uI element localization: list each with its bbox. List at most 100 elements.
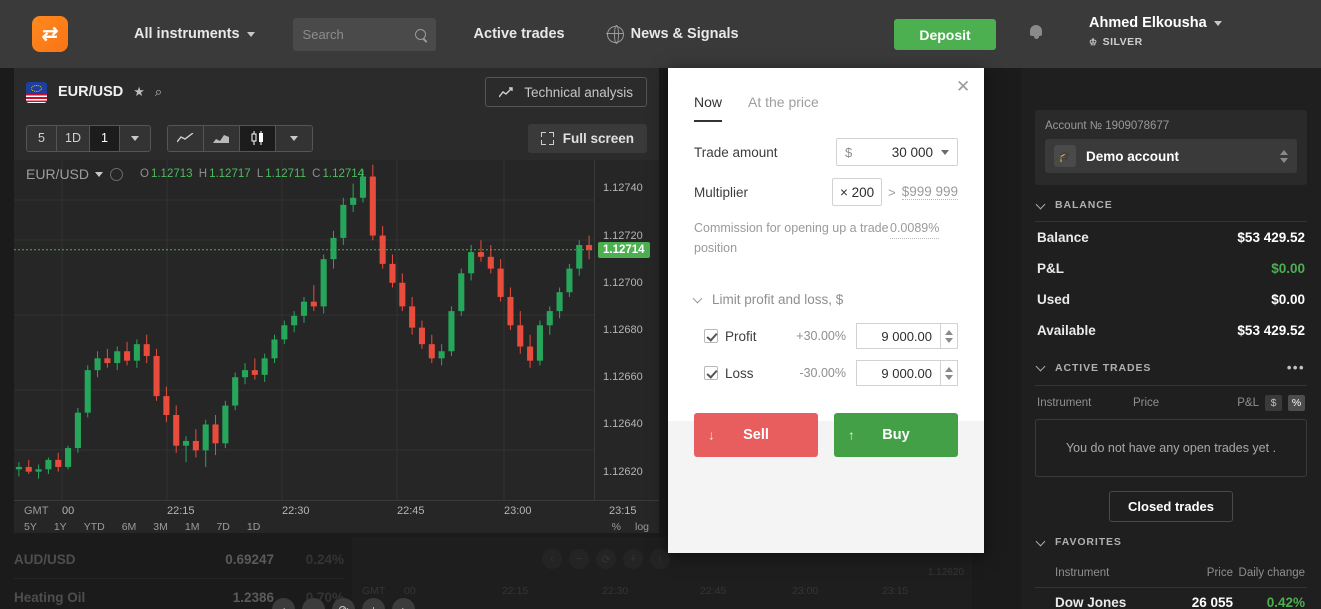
search-box[interactable] — [292, 17, 436, 51]
trade-amount-label: Trade amount — [694, 144, 778, 160]
background-xtick-1: 22:15 — [502, 585, 529, 597]
balance-key: Balance — [1037, 230, 1089, 245]
user-menu[interactable]: Ahmed Elkousha ♔ SILVER — [1089, 15, 1222, 48]
range-1d[interactable]: 1D — [247, 521, 260, 533]
deposit-button[interactable]: Deposit — [894, 19, 996, 50]
trade-amount-input[interactable]: $ 30 000 — [836, 138, 958, 166]
range-3m[interactable]: 3M — [153, 521, 168, 533]
favorite-row[interactable]: Dow Jones 26 055 0.42% — [1035, 588, 1307, 609]
tab-now[interactable]: Now — [694, 94, 723, 122]
chart-header: EUR/USD ★ ⌕ Technical analysis — [14, 68, 659, 116]
pl-percent-toggle[interactable]: % — [1288, 395, 1305, 411]
profit-amount-input[interactable]: 9 000.00 — [856, 323, 941, 349]
limit-section-header[interactable]: Limit profit and loss, $ — [694, 282, 958, 323]
multiplier-gt-symbol: > — [888, 184, 896, 200]
scale-percent[interactable]: % — [612, 521, 621, 533]
chart-legend-pair[interactable]: EUR/USD — [26, 166, 104, 182]
visibility-eye-icon[interactable] — [110, 167, 124, 181]
chart-next-button[interactable]: › — [392, 598, 415, 609]
active-trades-section-header[interactable]: ACTIVE TRADES ••• — [1035, 346, 1307, 386]
favorites-rows: Dow Jones 26 055 0.42% — [1035, 588, 1307, 609]
timeframe-1d[interactable]: 1D — [57, 125, 90, 151]
range-1y[interactable]: 1Y — [54, 521, 67, 533]
favorite-instrument: Dow Jones — [1055, 595, 1127, 609]
area-chart-icon[interactable] — [203, 125, 240, 151]
loss-amount-input[interactable]: 9 000.00 — [856, 360, 941, 386]
time-tick-5: 23:15 — [609, 505, 637, 517]
multiplier-input[interactable]: × 200 — [832, 178, 883, 206]
loss-stepper[interactable] — [941, 360, 958, 386]
technical-analysis-button[interactable]: Technical analysis — [485, 77, 647, 107]
range-1m[interactable]: 1M — [185, 521, 200, 533]
search-icon[interactable] — [414, 28, 426, 40]
chevron-down-icon — [1037, 201, 1046, 210]
commission-value[interactable]: 0.0089% — [890, 218, 940, 239]
app-logo[interactable]: ⇄ — [32, 16, 68, 52]
bg-zoom-in-icon: + — [623, 549, 643, 569]
timeframe-more[interactable] — [119, 125, 150, 151]
profit-stepper[interactable] — [941, 323, 958, 349]
buy-button[interactable]: ↑ Buy — [834, 413, 958, 457]
scale-log[interactable]: log — [635, 521, 649, 533]
chart-reset-button[interactable]: ⟳ — [332, 598, 355, 609]
chart-zoom-out-button[interactable]: − — [302, 598, 325, 609]
favorite-star-icon[interactable]: ★ — [133, 84, 145, 100]
tab-at-the-price[interactable]: At the price — [748, 94, 819, 122]
stepper-up-icon[interactable] — [945, 366, 953, 372]
pl-usd-toggle[interactable]: $ — [1265, 395, 1282, 411]
search-input[interactable] — [302, 26, 408, 42]
chevron-down-icon — [1213, 20, 1222, 26]
loss-checkbox[interactable] — [704, 366, 718, 380]
range-ytd[interactable]: YTD — [84, 521, 105, 533]
nav-news-signals-label: News & Signals — [630, 26, 739, 42]
nav-active-trades[interactable]: Active trades — [474, 26, 565, 42]
chart-legend: EUR/USD O 1.12713 H 1.12717 L 1.12711 C 1.12… — [26, 166, 367, 182]
column-price: Price — [1133, 397, 1160, 409]
notifications-bell-icon[interactable] — [1029, 25, 1043, 40]
stepper-up-icon[interactable] — [1280, 149, 1288, 155]
candlestick-chart-icon[interactable] — [239, 125, 276, 151]
bell-body — [1030, 25, 1042, 36]
timeframe-5[interactable]: 5 — [27, 125, 57, 151]
timeframe-1[interactable]: 1 — [89, 125, 120, 151]
price-axis[interactable]: 1.12740 1.12720 1.12700 1.12680 1.12660 1.126… — [594, 160, 659, 500]
sell-button[interactable]: ↓ Sell — [694, 413, 818, 457]
arrow-up-icon: ↑ — [848, 427, 855, 443]
range-5y[interactable]: 5Y — [24, 521, 37, 533]
account-stepper[interactable] — [1280, 149, 1288, 163]
range-6m[interactable]: 6M — [122, 521, 137, 533]
multiplier-max-value[interactable]: $999 999 — [901, 184, 958, 200]
eu-stars-icon — [31, 84, 42, 92]
chart-zoom-in-button[interactable]: + — [362, 598, 385, 609]
balance-section-header[interactable]: BALANCE — [1035, 185, 1307, 222]
chart-prev-button[interactable]: ‹ — [272, 598, 295, 609]
ohlc-c-label: C — [312, 168, 321, 180]
background-price-label: 1.12620 — [927, 567, 964, 578]
nav-news-signals[interactable]: News & Signals — [606, 24, 739, 44]
balance-value: $0.00 — [1271, 292, 1305, 307]
price-tick-5: 1.12640 — [603, 418, 643, 431]
favorites-section-header[interactable]: FAVORITES — [1035, 522, 1307, 558]
chart-type-more[interactable] — [275, 125, 312, 151]
more-options-icon[interactable]: ••• — [1287, 360, 1305, 375]
stepper-down-icon[interactable] — [945, 337, 953, 343]
line-chart-icon[interactable] — [167, 125, 204, 151]
balance-row: P&L $0.00 — [1035, 253, 1307, 284]
arrow-down-icon: ↓ — [708, 427, 715, 443]
profit-checkbox[interactable] — [704, 329, 718, 343]
balance-value: $53 429.52 — [1237, 230, 1305, 245]
range-7d[interactable]: 7D — [216, 521, 229, 533]
close-icon[interactable]: ✕ — [956, 78, 972, 96]
stepper-up-icon[interactable] — [945, 329, 953, 335]
stepper-down-icon[interactable] — [945, 374, 953, 380]
chart-canvas[interactable]: EUR/USD O 1.12713 H 1.12717 L 1.12711 C 1.12… — [14, 160, 659, 609]
search-instrument-icon[interactable]: ⌕ — [155, 84, 162, 100]
right-sidebar: Account № 1909078677 🎓 Demo account BALA… — [1021, 68, 1321, 609]
closed-trades-button[interactable]: Closed trades — [1109, 491, 1233, 522]
limit-profit-loss-section: Limit profit and loss, $ Profit +30.00% … — [668, 280, 984, 421]
nav-all-instruments[interactable]: All instruments — [134, 26, 255, 42]
time-axis[interactable]: GMT 00 22:15 22:30 22:45 23:00 23:15 — [14, 500, 659, 520]
stepper-down-icon[interactable] — [1280, 157, 1288, 163]
full-screen-button[interactable]: Full screen — [527, 123, 647, 153]
account-selector[interactable]: 🎓 Demo account — [1045, 139, 1297, 173]
